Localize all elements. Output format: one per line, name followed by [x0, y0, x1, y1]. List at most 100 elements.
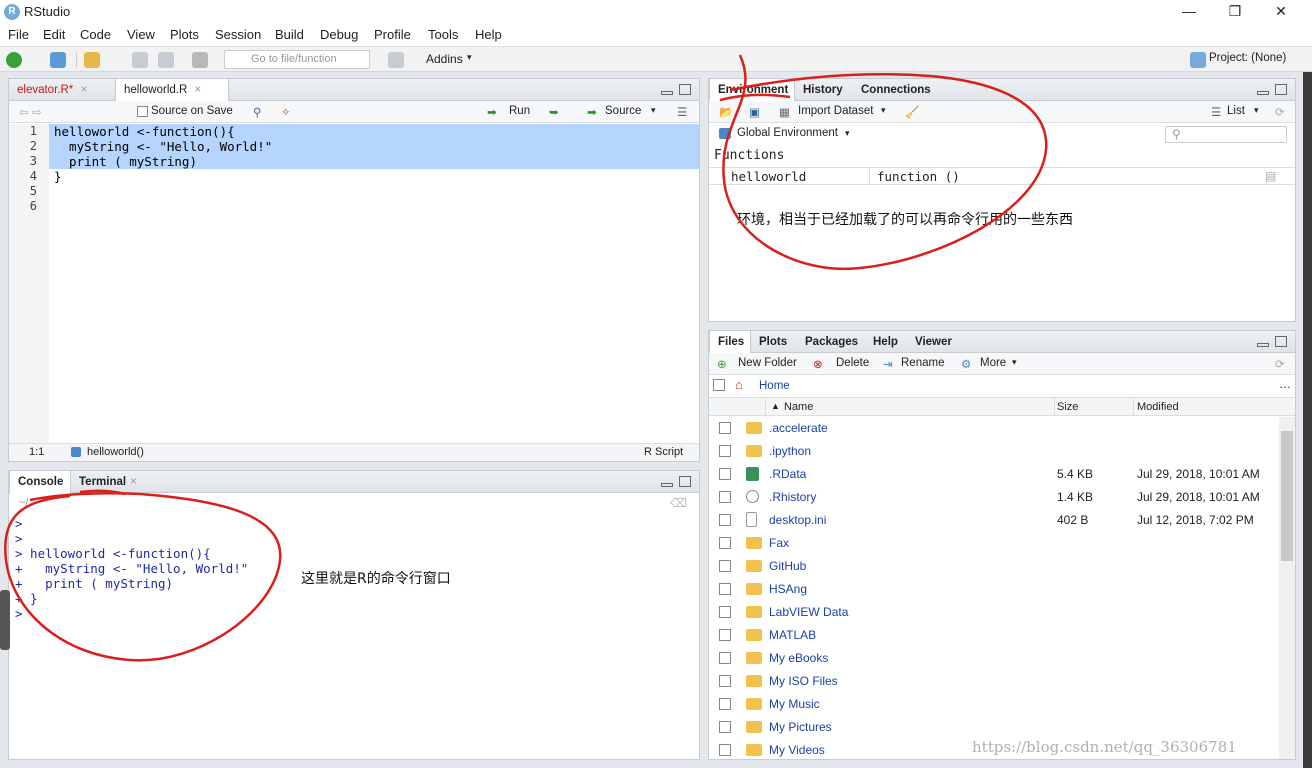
close-icon[interactable]: × [80, 84, 87, 96]
import-dataset-button[interactable]: Import Dataset [798, 105, 873, 117]
rerun-icon[interactable]: ➥ [549, 105, 559, 119]
outline-icon[interactable]: ☰ [677, 105, 687, 119]
more-button[interactable]: More [980, 357, 1006, 369]
file-row[interactable]: HSAng [709, 578, 1277, 601]
file-name[interactable]: .accelerate [769, 421, 828, 435]
row-checkbox[interactable] [719, 675, 731, 687]
maximize-pane-icon[interactable] [679, 476, 691, 487]
tab-history[interactable]: History [795, 79, 851, 101]
print-icon[interactable] [192, 52, 208, 68]
save-workspace-icon[interactable]: ▣ [749, 105, 760, 119]
row-checkbox[interactable] [719, 744, 731, 756]
file-row[interactable]: My ISO Files [709, 670, 1277, 693]
maximize-button[interactable]: ❐ [1212, 0, 1258, 24]
row-checkbox[interactable] [719, 422, 731, 434]
maximize-pane-icon[interactable] [1275, 84, 1287, 95]
refresh-icon[interactable]: ⟳ [1275, 357, 1285, 371]
environment-search-input[interactable]: ⚲ [1165, 126, 1287, 143]
load-workspace-icon[interactable]: 📂 [719, 105, 733, 119]
menu-build[interactable]: Build [275, 27, 304, 42]
open-file-icon[interactable] [84, 52, 100, 68]
file-name[interactable]: Fax [769, 536, 789, 550]
view-mode-selector[interactable]: List [1227, 105, 1245, 117]
menu-tools[interactable]: Tools [428, 27, 458, 42]
select-all-checkbox[interactable] [713, 379, 725, 391]
row-checkbox[interactable] [719, 560, 731, 572]
file-name[interactable]: .Rhistory [769, 490, 816, 504]
code-line[interactable]: helloworld <-function(){ [54, 124, 235, 139]
maximize-pane-icon[interactable] [679, 84, 691, 95]
menu-code[interactable]: Code [80, 27, 111, 42]
minimize-pane-icon[interactable] [661, 483, 673, 487]
file-name[interactable]: My Music [769, 697, 820, 711]
close-icon[interactable]: × [130, 476, 137, 488]
menu-help[interactable]: Help [475, 27, 502, 42]
pane-window-controls[interactable] [1257, 336, 1287, 348]
save-all-icon[interactable] [158, 52, 174, 68]
row-checkbox[interactable] [719, 514, 731, 526]
file-row[interactable]: .accelerate [709, 417, 1277, 440]
scope-selector[interactable]: Global Environment [737, 127, 838, 139]
file-name[interactable]: My Videos [769, 743, 825, 757]
file-row[interactable]: GitHub [709, 555, 1277, 578]
pane-window-controls[interactable] [661, 476, 691, 488]
search-icon[interactable]: ⚲ [253, 105, 261, 119]
tab-elevator[interactable]: elevator.R* × [9, 79, 115, 101]
file-name[interactable]: My eBooks [769, 651, 828, 665]
project-menu[interactable]: Project: (None) [1209, 52, 1286, 64]
file-name[interactable]: GitHub [769, 559, 806, 573]
row-checkbox[interactable] [719, 537, 731, 549]
maximize-pane-icon[interactable] [1275, 336, 1287, 347]
tab-connections[interactable]: Connections [853, 79, 937, 101]
file-row[interactable]: My Music [709, 693, 1277, 716]
pane-window-controls[interactable] [1257, 84, 1287, 96]
new-project-icon[interactable] [50, 52, 66, 68]
row-checkbox[interactable] [719, 629, 731, 641]
close-window-button[interactable]: ✕ [1258, 0, 1304, 24]
breadcrumb-home[interactable]: Home [759, 380, 790, 392]
file-name[interactable]: My Pictures [769, 720, 832, 734]
file-row[interactable]: MATLAB [709, 624, 1277, 647]
ellipsis-icon[interactable]: … [1279, 377, 1291, 391]
back-icon[interactable]: ⇦ ⇨ [19, 105, 41, 119]
minimize-button[interactable]: — [1166, 0, 1212, 24]
close-icon[interactable]: × [194, 84, 201, 96]
addins-menu[interactable]: Addins [426, 52, 463, 66]
file-row[interactable]: .RData 5.4 KB Jul 29, 2018, 10:01 AM [709, 463, 1277, 486]
column-size[interactable]: Size [1057, 401, 1078, 413]
file-name[interactable]: MATLAB [769, 628, 816, 642]
file-row[interactable]: My Pictures [709, 716, 1277, 739]
file-row[interactable]: .ipython [709, 440, 1277, 463]
code-tools-icon[interactable]: ✧ [281, 105, 291, 119]
menu-session[interactable]: Session [215, 27, 261, 42]
row-checkbox[interactable] [719, 491, 731, 503]
menu-file[interactable]: File [8, 27, 29, 42]
tab-help[interactable]: Help [865, 331, 907, 353]
scrollbar-thumb[interactable] [1281, 431, 1293, 561]
tab-plots[interactable]: Plots [751, 331, 796, 353]
code-line[interactable]: print ( myString) [54, 154, 197, 169]
row-checkbox[interactable] [719, 583, 731, 595]
row-checkbox[interactable] [719, 698, 731, 710]
minimize-pane-icon[interactable] [1257, 343, 1269, 347]
menu-view[interactable]: View [127, 27, 155, 42]
console-prompt[interactable]: > [15, 606, 23, 621]
new-file-icon[interactable] [6, 52, 22, 68]
files-scrollbar[interactable] [1279, 417, 1295, 759]
minimize-pane-icon[interactable] [1257, 91, 1269, 95]
tab-packages[interactable]: Packages [797, 331, 865, 353]
row-checkbox[interactable] [719, 445, 731, 457]
tab-console[interactable]: Console [9, 471, 71, 494]
filetype-selector[interactable]: R Script [644, 446, 683, 458]
rename-button[interactable]: Rename [901, 357, 944, 369]
save-icon[interactable] [132, 52, 148, 68]
minimize-pane-icon[interactable] [661, 91, 673, 95]
menu-profile[interactable]: Profile [374, 27, 411, 42]
menu-edit[interactable]: Edit [43, 27, 65, 42]
run-button[interactable]: Run [509, 105, 530, 117]
code-line[interactable]: myString <- "Hello, World!" [54, 139, 272, 154]
row-checkbox[interactable] [719, 468, 731, 480]
code-line[interactable]: } [54, 169, 62, 184]
file-row[interactable]: LabVIEW Data [709, 601, 1277, 624]
new-folder-button[interactable]: New Folder [738, 357, 797, 369]
